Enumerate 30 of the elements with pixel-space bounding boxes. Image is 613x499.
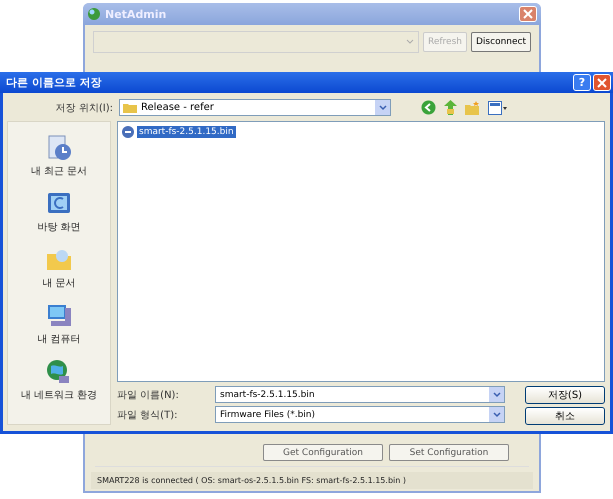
- close-icon: [597, 78, 607, 88]
- file-item[interactable]: smart-fs-2.5.1.15.bin: [137, 126, 236, 138]
- file-type-label: 파일 형식(T):: [117, 408, 178, 422]
- save-in-dropdown[interactable]: Release - refer: [119, 99, 391, 116]
- view-menu-icon[interactable]: [488, 100, 508, 114]
- status-bar: SMART228 is connected ( OS: smart-os-2.5.1.5.bin FS: smart-fs-2.5.1.15.bin ): [91, 472, 533, 489]
- place-label[interactable]: 내 최근 문서: [30, 164, 88, 178]
- close-button[interactable]: [593, 74, 611, 91]
- toolbar-button[interactable]: Disconnect: [471, 32, 531, 52]
- file-type-dropdown[interactable]: Firmware Files (*.bin): [215, 406, 505, 423]
- save-in-label: 저장 위치(I):: [54, 102, 113, 114]
- place-label[interactable]: 내 문서: [42, 276, 76, 290]
- file-name-field[interactable]: smart-fs-2.5.1.15.bin: [215, 386, 505, 403]
- close-icon: [523, 9, 533, 19]
- dialog-title: 다른 이름으로 저장: [6, 75, 102, 90]
- globe-icon: [87, 7, 101, 21]
- file-name-label: 파일 이름(N):: [117, 388, 180, 402]
- cancel-button[interactable]: 취소: [525, 407, 605, 425]
- up-folder-icon[interactable]: [444, 100, 457, 115]
- place-label[interactable]: 바탕 화면: [37, 220, 81, 234]
- back-icon[interactable]: [421, 100, 436, 115]
- configuration-button[interactable]: Get Configuration: [263, 444, 383, 461]
- window-title: NetAdmin: [105, 8, 166, 20]
- help-button[interactable]: ?: [573, 74, 591, 91]
- save-button[interactable]: 저장(S): [525, 386, 605, 404]
- place-label[interactable]: 내 네트워크 환경: [20, 388, 98, 402]
- place-label[interactable]: 내 컴퓨터: [37, 332, 81, 346]
- close-button[interactable]: [519, 6, 537, 22]
- configuration-button[interactable]: Set Configuration: [389, 444, 509, 461]
- folder-icon: [123, 102, 137, 113]
